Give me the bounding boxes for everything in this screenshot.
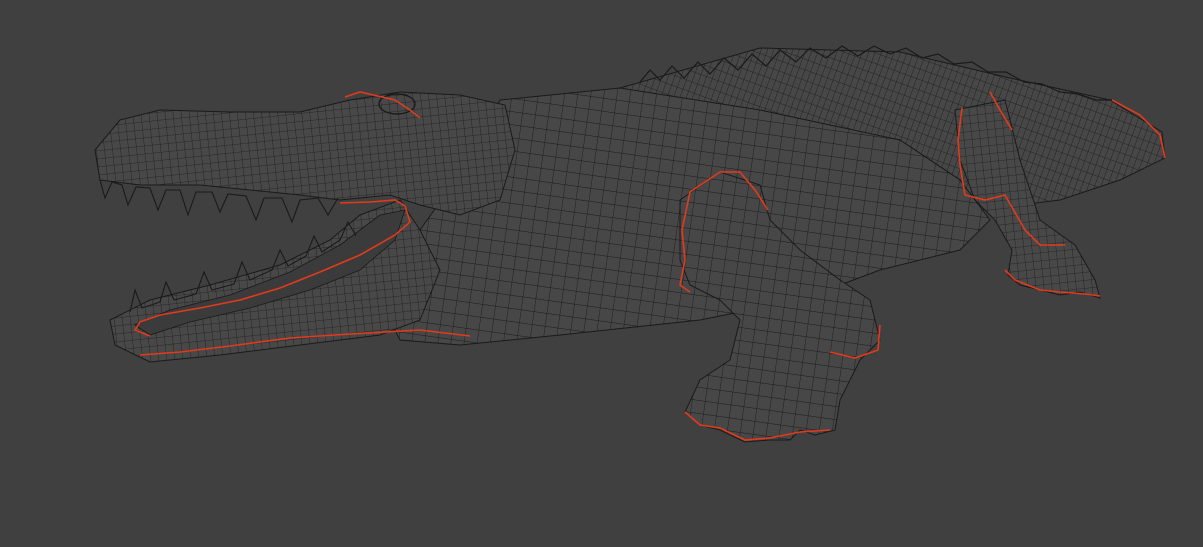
head-upper-jaw (94, 91, 516, 216)
wireframe-scene (94, 45, 1166, 443)
3d-viewport[interactable] (0, 0, 1203, 547)
